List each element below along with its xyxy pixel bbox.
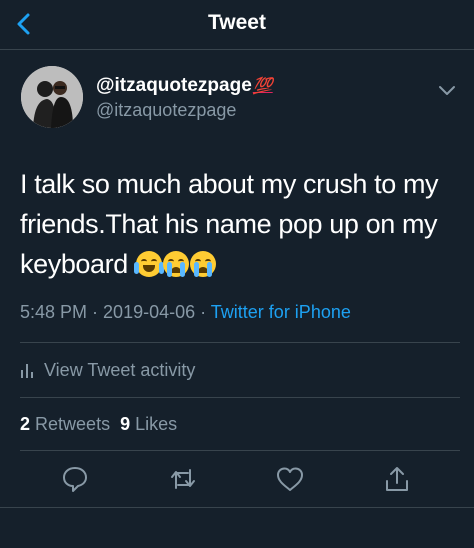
tweet-meta: 5:48 PM · 2019-04-06 · Twitter for iPhon… [20,302,351,323]
tweet-text: I talk so much about my crush to my frie… [20,164,460,284]
retweet-icon[interactable] [168,464,198,494]
divider [20,450,460,451]
view-tweet-activity-button[interactable]: View Tweet activity [20,360,195,381]
retweets-label: Retweets [35,414,111,434]
loudly-crying-face-icon [162,251,189,277]
page-title: Tweet [208,11,266,34]
tweet-detail-screen: Tweet @itzaquotezpage💯 @itzaquotezpage I… [0,0,474,548]
likes-label: Likes [135,414,178,434]
tweet-date: 2019-04-06 [103,302,196,322]
divider [0,507,474,508]
navigation-bar: Tweet [0,0,474,50]
like-icon[interactable] [275,464,305,494]
chevron-down-icon[interactable] [436,80,458,100]
share-icon[interactable] [382,464,412,494]
meta-separator: · [87,302,104,322]
tweet-time: 5:48 PM [20,302,88,322]
avatar[interactable] [21,66,83,128]
meta-separator: · [195,302,211,322]
divider [20,397,460,398]
analytics-icon [21,364,33,378]
display-name-text: @itzaquotezpage [96,75,252,96]
tweet-stats: 2 Retweets 9 Likes [20,414,177,435]
divider [20,342,460,343]
reply-icon[interactable] [60,464,90,494]
hundred-points-emoji: 💯 [252,78,273,95]
likes-count: 9 [120,414,131,434]
face-with-tears-of-joy-icon [133,251,164,277]
author-display-name[interactable]: @itzaquotezpage💯 [96,75,273,97]
retweets-count: 2 [20,414,31,434]
avatar-photo [21,66,83,128]
view-tweet-activity-label: View Tweet activity [44,360,196,380]
retweets-stat[interactable]: 2 Retweets [20,414,110,434]
tweet-body: I talk so much about my crush to my frie… [20,169,439,279]
loudly-crying-face-icon [189,251,216,277]
likes-stat[interactable]: 9 Likes [120,414,177,434]
author-handle[interactable]: @itzaquotezpage [96,100,236,121]
tweet-source-link[interactable]: Twitter for iPhone [211,302,351,322]
